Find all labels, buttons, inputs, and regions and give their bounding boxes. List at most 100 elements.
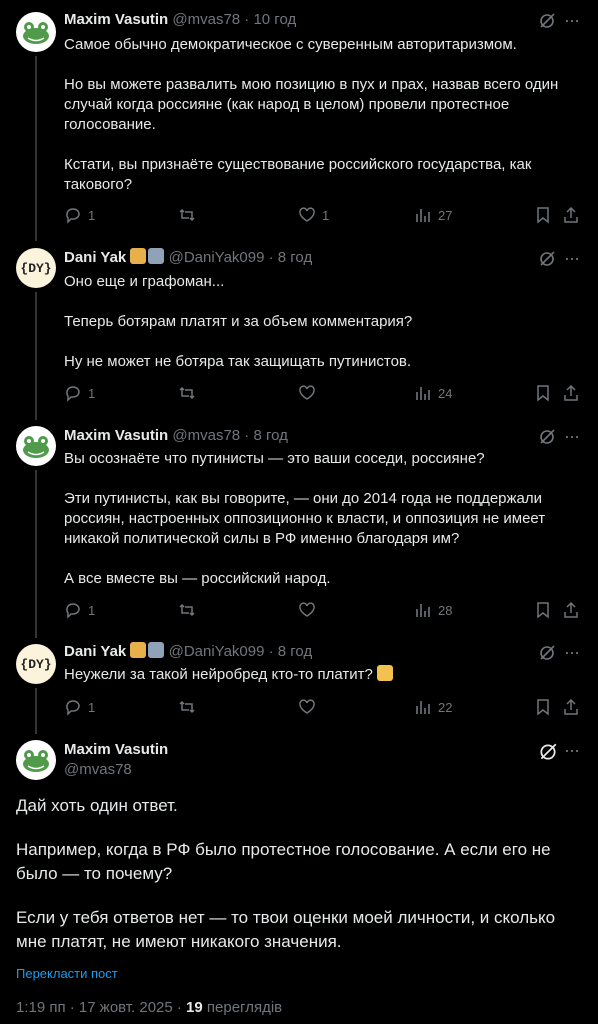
reply-button[interactable]: 1 (64, 601, 95, 619)
author-handle[interactable]: @mvas78 (64, 760, 132, 780)
avatar[interactable] (16, 426, 56, 466)
views-button[interactable]: 24 (414, 384, 452, 402)
reply-count: 1 (88, 602, 96, 618)
views-icon (416, 387, 430, 400)
bookmark-icon (537, 385, 549, 402)
share-icon (564, 698, 578, 715)
post-paragraph: Ну не может не ботяра так защищать путин… (64, 353, 412, 370)
reply-button[interactable]: 1 (64, 698, 95, 716)
grok-icon[interactable] (538, 250, 556, 273)
muscle-emoji-icon (130, 248, 147, 264)
thread-line (35, 688, 37, 734)
post-time[interactable]: · 10 год (240, 11, 296, 28)
heart-icon (299, 699, 315, 714)
avatar[interactable] (16, 740, 56, 780)
post-time[interactable]: · 8 год (240, 427, 288, 444)
reply-count: 1 (88, 699, 96, 715)
action-bar: 1 24 (64, 384, 584, 404)
bookmark-button[interactable] (534, 698, 552, 716)
bookmark-icon (537, 207, 549, 224)
post-paragraph: Кстати, вы признаёте существование росси… (64, 156, 532, 193)
post-paragraph-text: Неужели за такой нейробред кто-то платит… (64, 666, 373, 683)
post-paragraph: Но вы можете развалить мою позицию в пух… (64, 76, 559, 133)
action-bar: 1 28 (64, 601, 584, 621)
like-button[interactable]: 1 (298, 206, 329, 224)
grok-icon[interactable] (538, 12, 556, 35)
bookmark-button[interactable] (534, 601, 552, 619)
post-paragraph: Дай хоть один ответ. (16, 796, 178, 815)
like-button[interactable] (298, 698, 316, 716)
avatar-logo-text: {DY} (20, 260, 52, 276)
views-button[interactable]: 27 (414, 206, 452, 224)
reply-button[interactable]: 1 (64, 384, 95, 402)
bookmark-button[interactable] (534, 206, 552, 224)
author-name[interactable]: Maxim Vasutin (64, 11, 168, 28)
post-time[interactable]: · 8 год (264, 643, 313, 660)
views-icon (416, 604, 430, 617)
reply-icon (66, 208, 80, 224)
author-name[interactable]: Dani Yak (64, 643, 126, 660)
more-icon[interactable]: ··· (564, 740, 580, 761)
repost-icon (179, 386, 195, 400)
translate-link[interactable]: Перекласти пост (16, 966, 118, 981)
avatar[interactable]: {DY} (16, 644, 56, 684)
more-icon[interactable]: ··· (564, 426, 580, 447)
repost-button[interactable] (178, 384, 196, 402)
author-name[interactable]: Maxim Vasutin (64, 427, 168, 444)
post-text: Вы осознаёте что путинисты — это ваши со… (64, 449, 574, 589)
thread-line (35, 470, 37, 638)
post-paragraph: Теперь ботярам платят и за объем коммент… (64, 313, 413, 330)
bookmark-icon (537, 699, 549, 716)
more-icon[interactable]: ··· (564, 642, 580, 663)
grok-icon[interactable] (538, 742, 558, 767)
main-post-text: Дай хоть один ответ. Например, когда в Р… (16, 794, 582, 954)
author-handle[interactable]: @DaniYak099 (169, 249, 265, 266)
author-name[interactable]: Maxim Vasutin (64, 741, 168, 758)
share-button[interactable] (562, 384, 580, 402)
post-paragraph: Оно еще и графоман... (64, 273, 225, 290)
more-icon[interactable]: ··· (564, 248, 580, 269)
grok-icon[interactable] (538, 644, 556, 667)
share-button[interactable] (562, 698, 580, 716)
share-button[interactable] (562, 206, 580, 224)
post-paragraph: Если у тебя ответов нет — то твои оценки… (16, 908, 556, 951)
author-name[interactable]: Dani Yak (64, 249, 126, 266)
post-header: Maxim Vasutin @mvas78 · 10 год (64, 10, 296, 30)
heart-icon (299, 602, 315, 617)
views-count: 24 (438, 385, 453, 401)
views-button[interactable]: 28 (414, 601, 452, 619)
views-icon (416, 209, 430, 222)
share-icon (564, 601, 578, 618)
post-time[interactable]: · 8 год (264, 249, 313, 266)
like-button[interactable] (298, 601, 316, 619)
reply-icon (66, 386, 80, 402)
views-label: переглядів (202, 999, 283, 1016)
repost-button[interactable] (178, 601, 196, 619)
post-timestamp[interactable]: 1:19 пп · 17 жовт. 2025 · (16, 999, 186, 1016)
avatar[interactable] (16, 12, 56, 52)
share-icon (564, 206, 578, 223)
post-header: Maxim Vasutin @mvas78 · 8 год (64, 426, 288, 446)
share-button[interactable] (562, 601, 580, 619)
thread-line (35, 56, 37, 241)
avatar[interactable]: {DY} (16, 248, 56, 288)
author-handle[interactable]: @mvas78 (172, 11, 240, 28)
frog-icon (23, 22, 49, 44)
views-count: 22 (438, 699, 453, 715)
reply-icon (66, 700, 80, 716)
like-button[interactable] (298, 384, 316, 402)
muscle-emoji-icon (130, 642, 147, 658)
heart-icon (299, 385, 315, 400)
more-icon[interactable]: ··· (564, 10, 580, 31)
author-handle[interactable]: @mvas78 (172, 427, 240, 444)
frog-icon (23, 750, 49, 772)
repost-button[interactable] (178, 206, 202, 224)
post-paragraph: Неужели за такой нейробред кто-то платит… (64, 665, 574, 685)
author-handle[interactable]: @DaniYak099 (169, 643, 265, 660)
reply-button[interactable]: 1 (64, 206, 95, 224)
bookmark-button[interactable] (534, 384, 552, 402)
grok-icon[interactable] (538, 428, 556, 451)
repost-button[interactable] (178, 698, 196, 716)
post-paragraph: А все вместе вы — российский народ. (64, 570, 331, 587)
views-button[interactable]: 22 (414, 698, 452, 716)
